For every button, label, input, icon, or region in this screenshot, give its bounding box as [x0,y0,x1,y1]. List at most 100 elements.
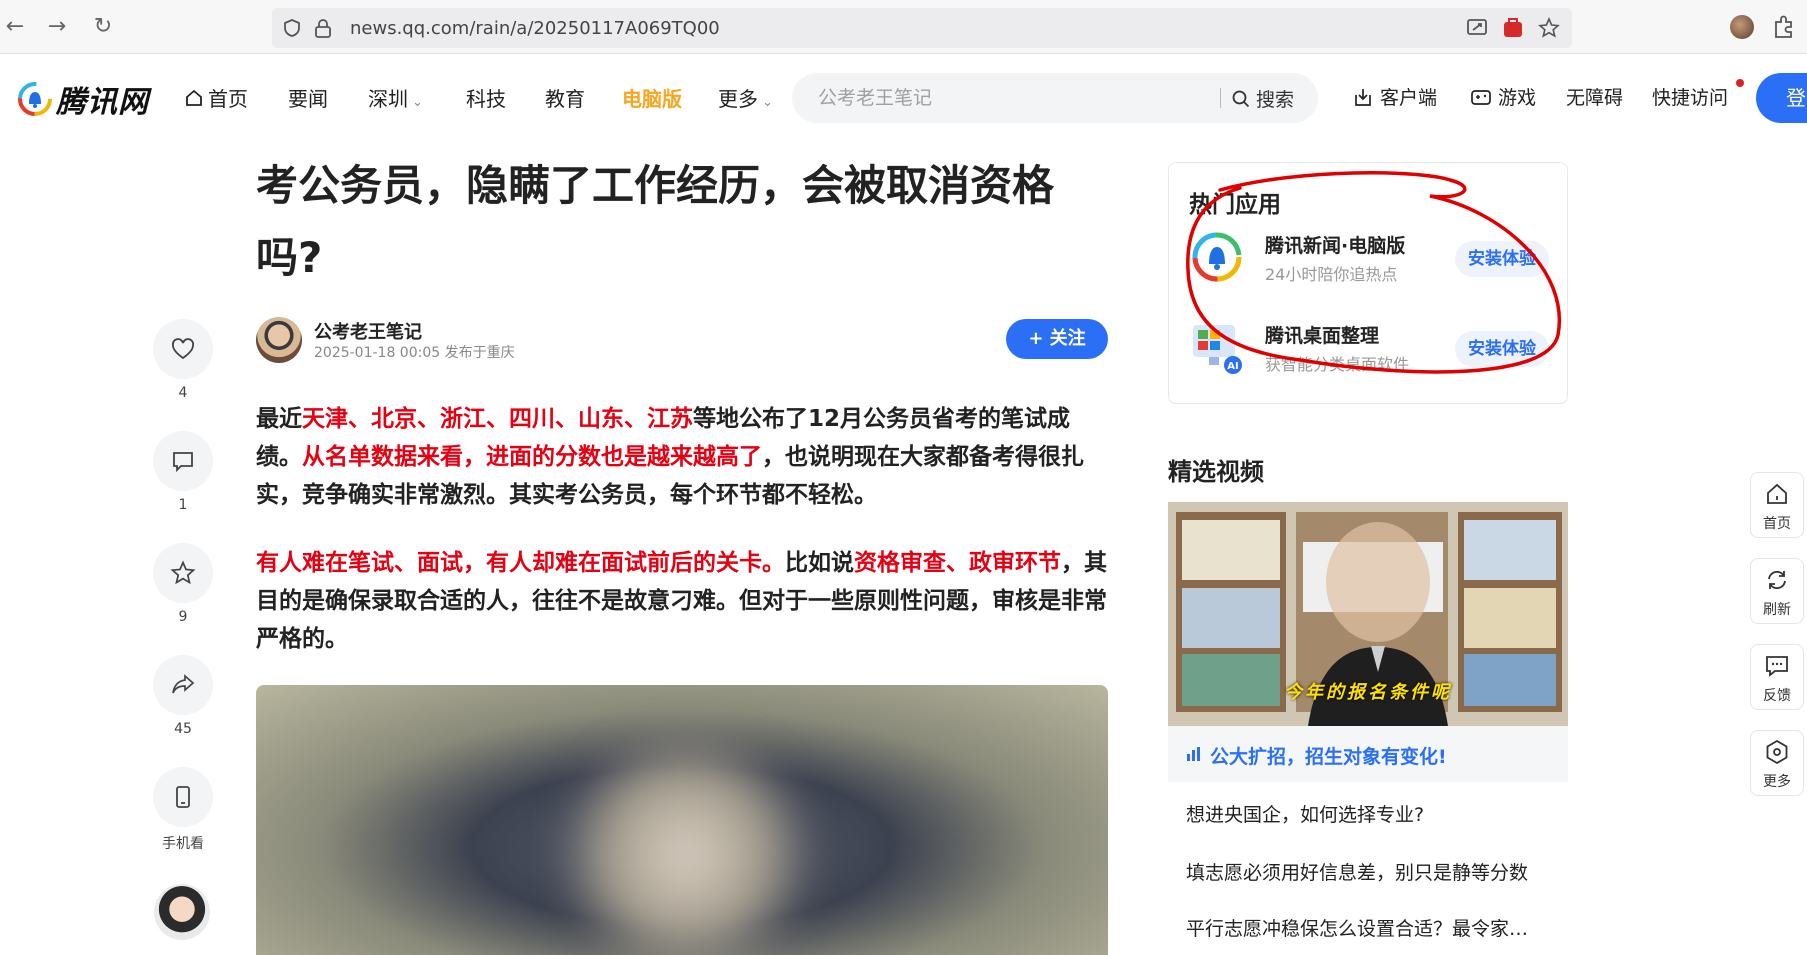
featured-video-caption-bar[interactable]: 公大扩招，招生对象有变化! [1168,726,1568,782]
nav-pc-version[interactable]: 电脑版 [622,83,682,112]
bars-icon [1187,747,1200,761]
download-icon [1355,88,1371,106]
author-name[interactable]: 公考老王笔记 [314,318,422,344]
shield-icon[interactable] [282,18,302,38]
assistant-avatar[interactable] [154,884,210,940]
image-blur [556,725,816,955]
video-list-item[interactable]: 填志愿必须用好信息差，别只是静等分数 [1186,858,1566,885]
install-button[interactable]: 安装体验 [1455,331,1549,367]
reload-icon[interactable]: ↻ [90,14,116,40]
notification-dot [1736,79,1744,87]
comment-count: 1 [178,497,188,513]
tencent-news-app-icon [1192,232,1242,282]
article-paragraph-2: 有人难在笔试、面试，有人却难在面试前后的关卡。比如说资格审查、政审环节，其目的是… [256,550,1107,652]
extension-red-icon[interactable] [1502,17,1524,39]
share-count: 45 [174,721,192,737]
favorite-button[interactable] [153,543,213,603]
app-name: 腾讯桌面整理 [1265,325,1380,347]
url-text[interactable]: news.qq.com/rain/a/20250117A069TQ00 [350,18,720,39]
nav-education[interactable]: 教育 [545,83,585,112]
search-divider [1220,88,1221,108]
refresh-icon [1768,570,1786,590]
app-item-desktop[interactable]: AI 腾讯桌面整理 获智能分类桌面软件 安装体验 [1189,319,1549,379]
lock-icon[interactable] [314,18,332,38]
share-icon [172,674,195,694]
video-list-item[interactable]: 平行志愿冲稳保怎么设置合适？最令家… [1186,914,1566,941]
tencent-bell-icon [18,82,52,116]
nav-home[interactable]: 首页 [184,83,248,112]
nav-accessibility[interactable]: 无障碍 [1566,83,1623,110]
star-icon [170,560,196,585]
float-home-button[interactable]: 首页 [1750,472,1804,538]
float-more-button[interactable]: 更多 [1750,730,1804,796]
float-refresh-button[interactable]: 刷新 [1750,558,1804,624]
videos-section-title: 精选视频 [1168,458,1264,486]
home-icon [1767,483,1787,504]
publish-meta: 2025-01-18 00:05 发布于重庆 [314,345,515,361]
svg-text:AI: AI [1227,361,1238,372]
search-icon [1232,90,1250,107]
app-name: 腾讯新闻·电脑版 [1265,235,1406,257]
back-icon[interactable]: ← [2,14,28,40]
search-input[interactable] [818,86,1198,110]
search-box: 搜索 [792,73,1318,123]
search-button[interactable]: 搜索 [1232,85,1294,112]
tencent-logo[interactable]: 腾讯网 [18,77,149,121]
address-bar[interactable]: news.qq.com/rain/a/20250117A069TQ00 [272,8,1572,48]
nav-shenzhen[interactable]: 深圳 ⌄ [368,83,423,112]
author-row: 公考老王笔记 2025-01-18 00:05 发布于重庆 + 关注 [256,315,1108,365]
share-action[interactable]: 45 [153,655,213,737]
hot-apps-title: 热门应用 [1189,192,1281,218]
hexagon-more-icon [1766,739,1788,765]
translate-icon[interactable] [1466,17,1488,39]
nav-client[interactable]: 客户端 [1352,83,1437,110]
nav-tech[interactable]: 科技 [466,83,506,112]
article: 考公务员，隐瞒了工作经历，会被取消资格吗? 公考老王笔记 2025-01-18 … [256,150,1108,955]
nav-quick-access[interactable]: 快捷访问 [1652,83,1728,110]
like-count: 4 [178,385,188,401]
nav-games[interactable]: 游戏 [1470,83,1536,110]
share-button[interactable] [153,655,213,715]
gamepad-icon [1471,89,1491,105]
site-header: 腾讯网 首页 要闻 深圳 ⌄ 科技 教育 电脑版 更多 ⌄ 搜索 客户端 游戏 … [0,55,1807,135]
chevron-down-icon: ⌄ [758,95,774,110]
forward-icon[interactable]: → [44,14,70,40]
chevron-down-icon: ⌄ [408,95,424,110]
phone-icon [176,786,190,808]
puzzle-icon[interactable] [1772,14,1796,40]
mobile-view-action[interactable]: 手机看 [153,767,213,853]
article-paragraph-1: 最近天津、北京、浙江、四川、山东、江苏等地公布了12月公务员省考的笔试成绩。从名… [256,406,1084,508]
like-button[interactable] [153,319,213,379]
bookmark-star-icon[interactable] [1538,16,1560,39]
comment-icon [173,452,193,473]
float-feedback-button[interactable]: 反馈 [1750,644,1804,710]
comment-button[interactable] [153,431,213,491]
author-avatar[interactable] [256,317,302,363]
featured-video-thumbnail[interactable]: 今年的报名条件呢 [1168,502,1568,726]
profile-avatar[interactable] [1730,15,1754,39]
nav-news[interactable]: 要闻 [288,83,328,112]
follow-button[interactable]: + 关注 [1006,319,1108,359]
favorite-count: 9 [178,609,188,625]
favorite-action[interactable]: 9 [153,543,213,625]
desktop-organizer-app-icon: AI [1193,325,1242,374]
nav-more[interactable]: 更多 ⌄ [718,83,773,112]
login-button[interactable]: 登 [1756,73,1807,123]
heart-icon [171,338,195,360]
browser-toolbar: ← → ↻ news.qq.com/rain/a/20250117A069TQ0… [0,0,1807,54]
video-list-item[interactable]: 想进央国企，如何选择专业? [1186,800,1566,827]
mobile-view-button[interactable] [153,767,213,827]
article-title: 考公务员，隐瞒了工作经历，会被取消资格吗? [256,161,1055,282]
like-action[interactable]: 4 [153,319,213,401]
logo-text: 腾讯网 [56,85,149,120]
comment-action[interactable]: 1 [153,431,213,513]
install-button[interactable]: 安装体验 [1455,241,1549,277]
app-item-news[interactable]: 腾讯新闻·电脑版 24小时陪你追热点 安装体验 [1189,229,1549,289]
video-overlay-text: 今年的报名条件呢 [1284,682,1452,703]
featured-video-title[interactable]: 公大扩招，招生对象有变化! [1210,742,1447,769]
feedback-icon [1766,656,1788,677]
home-icon [186,89,202,106]
app-desc: 24小时陪你追热点 [1265,265,1398,284]
app-desc: 获智能分类桌面软件 [1265,355,1410,374]
hot-apps-card: 热门应用 腾讯新闻·电脑版 24小时陪你追热点 安装体验 AI 腾讯桌面整理 获… [1168,162,1568,404]
